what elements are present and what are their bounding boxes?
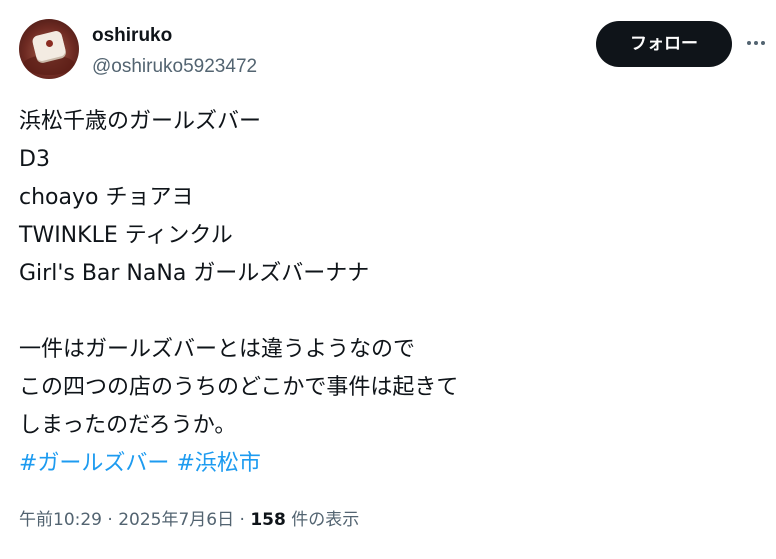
avatar[interactable]: [19, 19, 79, 79]
tweet-line: この四つの店のうちのどこかで事件は起きて: [19, 375, 459, 400]
tweet-line: D3: [19, 147, 50, 172]
views-count[interactable]: 158: [250, 510, 286, 530]
tweet-line: しまったのだろうか。: [19, 413, 237, 438]
follow-button[interactable]: フォロー: [596, 21, 732, 67]
more-horizontal-icon[interactable]: [742, 32, 770, 54]
tweet-time[interactable]: 午前10:29: [19, 510, 102, 530]
tweet-text: 浜松千歳のガールズバー D3 choayo チョアヨ TWINKLE ティンクル…: [19, 103, 719, 483]
tweet-line: TWINKLE ティンクル: [19, 223, 233, 248]
hashtag-link[interactable]: #ガールズバー: [19, 451, 169, 476]
tweet-meta: 午前10:29 · 2025年7月6日 · 158 件の表示: [19, 507, 359, 533]
views-label: 件の表示: [285, 510, 360, 530]
tweet-date[interactable]: 2025年7月6日: [118, 510, 234, 530]
tweet-line: Girl's Bar NaNa ガールズバーナナ: [19, 261, 370, 286]
meta-separator: ·: [234, 510, 251, 530]
display-name[interactable]: oshiruko: [92, 24, 172, 48]
avatar-bean: [46, 40, 53, 47]
user-handle[interactable]: @oshiruko5923472: [92, 55, 257, 79]
tweet-line: 浜松千歳のガールズバー: [19, 109, 262, 134]
hashtag-row: #ガールズバー #浜松市: [19, 445, 719, 483]
hashtag-link[interactable]: #浜松市: [176, 451, 260, 476]
tweet-line: choayo チョアヨ: [19, 185, 194, 210]
tweet: oshiruko @oshiruko5923472 フォロー 浜松千歳のガールズ…: [0, 0, 776, 559]
tweet-line: 一件はガールズバーとは違うようなので: [19, 337, 416, 362]
meta-separator: ·: [102, 510, 119, 530]
